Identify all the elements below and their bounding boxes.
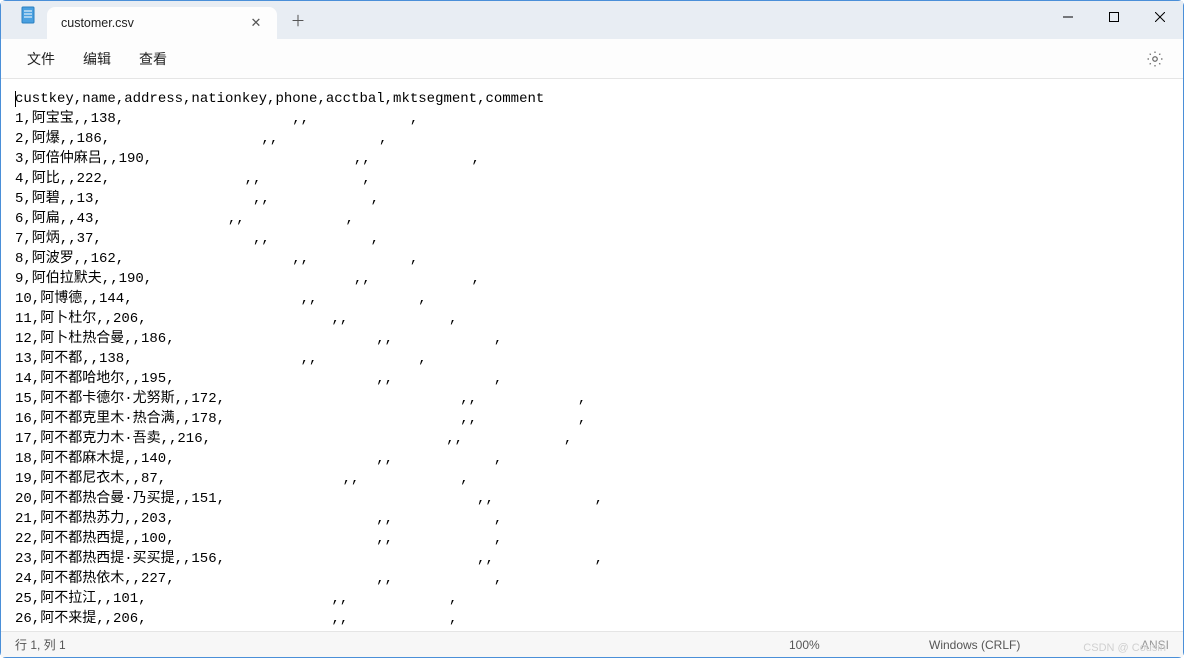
text-line[interactable]: 7,阿炳,,37, ,, , — [15, 229, 1183, 249]
new-tab-button[interactable]: ＋ — [281, 3, 315, 37]
text-line[interactable]: 11,阿卜杜尔,,206, ,, , — [15, 309, 1183, 329]
text-editor-area[interactable]: custkey,name,address,nationkey,phone,acc… — [1, 79, 1183, 631]
text-line[interactable]: 16,阿不都克里木·热合满,,178, ,, , — [15, 409, 1183, 429]
text-line[interactable]: 4,阿比,,222, ,, , — [15, 169, 1183, 189]
menu-view[interactable]: 查看 — [125, 43, 181, 75]
text-line[interactable]: 25,阿不拉江,,101, ,, , — [15, 589, 1183, 609]
tab-title: customer.csv — [61, 16, 245, 30]
text-line[interactable]: custkey,name,address,nationkey,phone,acc… — [15, 89, 1183, 109]
text-line[interactable]: 14,阿不都哈地尔,,195, ,, , — [15, 369, 1183, 389]
text-line[interactable]: 3,阿倍仲麻吕,,190, ,, , — [15, 149, 1183, 169]
text-line[interactable]: 10,阿博德,,144, ,, , — [15, 289, 1183, 309]
app-icon — [19, 6, 37, 24]
text-line[interactable]: 22,阿不都热西提,,100, ,, , — [15, 529, 1183, 549]
menubar: 文件 编辑 查看 — [1, 39, 1183, 79]
menu-edit[interactable]: 编辑 — [69, 43, 125, 75]
titlebar: customer.csv ✕ ＋ — [1, 1, 1183, 39]
text-line[interactable]: 15,阿不都卡德尔·尤努斯,,172, ,, , — [15, 389, 1183, 409]
text-line[interactable]: 13,阿不都,,138, ,, , — [15, 349, 1183, 369]
text-line[interactable]: 1,阿宝宝,,138, ,, , — [15, 109, 1183, 129]
tab-active[interactable]: customer.csv ✕ — [47, 7, 277, 39]
text-line[interactable]: 8,阿波罗,,162, ,, , — [15, 249, 1183, 269]
text-line[interactable]: 20,阿不都热合曼·乃买提,,151, ,, , — [15, 489, 1183, 509]
text-line[interactable]: 26,阿不来提,,206, ,, , — [15, 609, 1183, 629]
tab-close-icon[interactable]: ✕ — [245, 12, 267, 34]
status-line-ending[interactable]: Windows (CRLF) — [909, 638, 1049, 652]
settings-button[interactable] — [1139, 43, 1171, 75]
text-line[interactable]: 23,阿不都热西提·买买提,,156, ,, , — [15, 549, 1183, 569]
text-line[interactable]: 9,阿伯拉默夫,,190, ,, , — [15, 269, 1183, 289]
close-button[interactable] — [1137, 1, 1183, 33]
text-line[interactable]: 12,阿卜杜热合曼,,186, ,, , — [15, 329, 1183, 349]
status-position[interactable]: 行 1, 列 1 — [15, 636, 769, 653]
text-line[interactable]: 5,阿碧,,13, ,, , — [15, 189, 1183, 209]
window-controls — [1045, 1, 1183, 33]
text-line[interactable]: 24,阿不都热依木,,227, ,, , — [15, 569, 1183, 589]
maximize-button[interactable] — [1091, 1, 1137, 33]
text-line[interactable]: 6,阿扁,,43, ,, , — [15, 209, 1183, 229]
text-line[interactable]: 2,阿爆,,186, ,, , — [15, 129, 1183, 149]
status-zoom[interactable]: 100% — [769, 638, 909, 652]
menu-file[interactable]: 文件 — [13, 43, 69, 75]
text-line[interactable]: 18,阿不都麻木提,,140, ,, , — [15, 449, 1183, 469]
text-cursor — [15, 91, 16, 107]
status-encoding[interactable]: ANSI — [1049, 638, 1169, 652]
statusbar: 行 1, 列 1 100% Windows (CRLF) ANSI — [1, 631, 1183, 657]
text-line[interactable]: 21,阿不都热苏力,,203, ,, , — [15, 509, 1183, 529]
minimize-button[interactable] — [1045, 1, 1091, 33]
text-line[interactable]: 17,阿不都克力木·吾卖,,216, ,, , — [15, 429, 1183, 449]
text-line[interactable]: 19,阿不都尼衣木,,87, ,, , — [15, 469, 1183, 489]
